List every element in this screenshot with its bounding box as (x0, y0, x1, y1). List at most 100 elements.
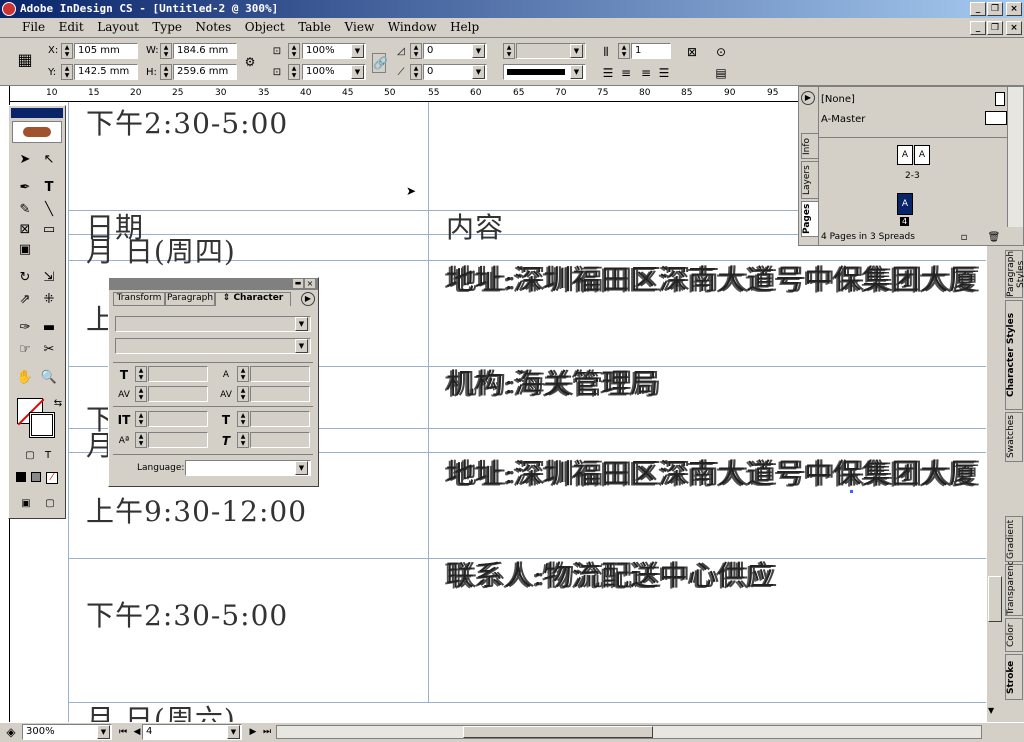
cell-text[interactable]: 地址:深圳福田区深南大道号中保集团大厦 (446, 452, 978, 492)
doc-minimize-button[interactable]: _ (970, 21, 986, 35)
baseline-shift-field[interactable] (148, 432, 208, 448)
free-transform-tool-icon[interactable]: ⁜ (38, 290, 60, 310)
font-size-spinner[interactable]: ▲ ▼ (135, 366, 147, 382)
horizontal-scroll-thumb[interactable] (463, 726, 653, 738)
tab-pages[interactable]: Pages (801, 201, 819, 237)
direct-selection-tool-icon[interactable]: ↖ (38, 150, 60, 170)
tab-character-styles[interactable]: Character Styles (1005, 300, 1023, 410)
button-hand-icon[interactable]: ☞ (14, 340, 36, 360)
align-justify-icon[interactable]: ☰ (655, 64, 673, 82)
close-button[interactable]: × (1006, 2, 1022, 16)
none-master-label[interactable]: [None] (821, 94, 855, 105)
w-field[interactable]: 184.6 mm (173, 43, 237, 59)
menu-file[interactable]: File (0, 18, 50, 36)
line-tool-icon[interactable]: ╲ (38, 200, 60, 220)
palette-settings-icon[interactable]: ▤ (712, 64, 730, 82)
horizontal-scale-field[interactable] (250, 411, 310, 427)
tab-paragraph-styles[interactable]: Paragraph Styles (1005, 250, 1024, 298)
menu-window[interactable]: Window (383, 18, 442, 36)
apply-none-icon[interactable]: ⁄ (46, 472, 58, 484)
shear-tool-icon[interactable]: ⇗ (14, 290, 36, 310)
panel-close-button[interactable]: × (305, 279, 315, 288)
normal-view-icon[interactable]: ▣ (15, 494, 37, 514)
document-vertical-scrollbar[interactable]: ▼ (986, 246, 1003, 722)
font-size-field[interactable] (148, 366, 208, 382)
font-family-field[interactable] (115, 316, 311, 332)
menu-table[interactable]: Table (293, 18, 336, 36)
scale-tool-icon[interactable]: ⇲ (38, 268, 60, 288)
doc-restore-button[interactable]: ❐ (987, 21, 1003, 35)
pencil-tool-icon[interactable]: ✎ (14, 200, 36, 220)
zoom-tool-icon[interactable]: 🔍 (38, 368, 60, 388)
rectangle-tool-icon[interactable]: ▭ (38, 220, 60, 240)
last-page-icon[interactable]: ⏭ (258, 723, 276, 741)
zoom-dropdown[interactable]: ▼ (97, 725, 110, 739)
doc-close-button[interactable]: × (1006, 21, 1022, 35)
menu-type[interactable]: Type (147, 18, 187, 36)
h-spinner[interactable]: ▲ ▼ (160, 64, 172, 80)
w-spinner[interactable]: ▲ ▼ (160, 43, 172, 59)
y-spinner[interactable]: ▲ ▼ (61, 64, 73, 80)
page-dropdown[interactable]: ▼ (227, 725, 240, 739)
x-field[interactable]: 105 mm (74, 43, 138, 59)
cell-text[interactable]: 上午9:30-12:00 (86, 490, 307, 530)
eyedropper-tool-icon[interactable]: ✑ (14, 318, 36, 338)
cell-text[interactable]: 下午2:30-5:00 (86, 594, 288, 634)
panel-menu-button[interactable]: ▶ (301, 292, 315, 306)
page-4-thumbnail[interactable]: A (897, 193, 913, 215)
skew-field[interactable] (250, 432, 310, 448)
apply-color-icon[interactable] (16, 472, 26, 482)
vertical-scale-field[interactable] (148, 411, 208, 427)
menu-object[interactable]: Object (240, 18, 290, 36)
a-master-thumbnail[interactable] (985, 111, 1007, 125)
font-style-dropdown[interactable]: ▼ (295, 339, 308, 353)
menu-layout[interactable]: Layout (92, 18, 144, 36)
scale-x-dropdown[interactable]: ▼ (351, 44, 364, 58)
menu-edit[interactable]: Edit (54, 18, 89, 36)
tab-transparency[interactable]: Transparency (1005, 555, 1023, 616)
leading-spinner[interactable]: ▲ ▼ (237, 366, 249, 382)
apply-gradient-icon[interactable] (31, 472, 41, 482)
kerning-field[interactable] (148, 386, 208, 402)
button-tool-icon[interactable]: ▣ (14, 240, 36, 260)
restore-button[interactable]: ❐ (987, 2, 1003, 16)
scale-x-spinner[interactable]: ▲ ▼ (288, 43, 300, 59)
kerning-spinner[interactable]: ▲ ▼ (135, 386, 147, 402)
scissors-tool-icon[interactable]: ✂ (38, 340, 60, 360)
swap-colors-icon[interactable]: ⇆ (47, 394, 69, 414)
fit-frame-icon[interactable]: ⊠ (683, 43, 701, 61)
character-panel-titlebar[interactable]: ▬ × (109, 278, 318, 290)
scale-y-spinner[interactable]: ▲ ▼ (288, 64, 300, 80)
cell-text[interactable]: 内容 (446, 206, 504, 246)
delete-page-icon[interactable]: 🗑 (985, 229, 1003, 247)
pages-menu-button[interactable]: ▶ (801, 91, 815, 105)
horizontal-scale-spinner[interactable]: ▲ ▼ (237, 411, 249, 427)
rotate-dropdown[interactable]: ▼ (472, 44, 485, 58)
cell-text[interactable]: 地址:深圳福田区深南大道号中保集团大厦 (446, 258, 978, 298)
scroll-thumb[interactable] (988, 576, 1002, 622)
skew-spinner[interactable]: ▲ ▼ (237, 432, 249, 448)
shear-spinner[interactable]: ▲ ▼ (410, 64, 422, 80)
menu-view[interactable]: View (340, 18, 380, 36)
tab-gradient[interactable]: Gradient (1005, 516, 1023, 562)
tab-swatches[interactable]: Swatches (1005, 412, 1023, 462)
panel-minimize-button[interactable]: ▬ (293, 279, 303, 288)
gradient-tool-icon[interactable]: ▬ (38, 318, 60, 338)
cell-text[interactable]: 机构:海关管理局 (446, 362, 659, 402)
menu-help[interactable]: Help (445, 18, 484, 36)
tab-color[interactable]: Color (1005, 618, 1023, 652)
baseline-shift-spinner[interactable]: ▲ ▼ (135, 432, 147, 448)
h-field[interactable]: 259.6 mm (173, 64, 237, 80)
type-tool-icon[interactable]: T (38, 178, 60, 198)
rotate-spinner[interactable]: ▲ ▼ (410, 43, 422, 59)
app-menu-icon[interactable]: ◈ (2, 723, 20, 741)
reference-point-icon[interactable]: ▦ (16, 51, 34, 69)
link-icon[interactable]: 🔗 (372, 53, 388, 73)
cell-text[interactable]: 下午2:30-5:00 (86, 102, 288, 142)
tracking-field[interactable] (250, 386, 310, 402)
y-field[interactable]: 142.5 mm (74, 64, 138, 80)
stroke-weight-dropdown[interactable]: ▼ (570, 44, 583, 58)
align-center-icon[interactable]: ≡ (617, 64, 635, 82)
leading-field[interactable] (250, 366, 310, 382)
scroll-down-icon[interactable]: ▼ (988, 706, 994, 715)
